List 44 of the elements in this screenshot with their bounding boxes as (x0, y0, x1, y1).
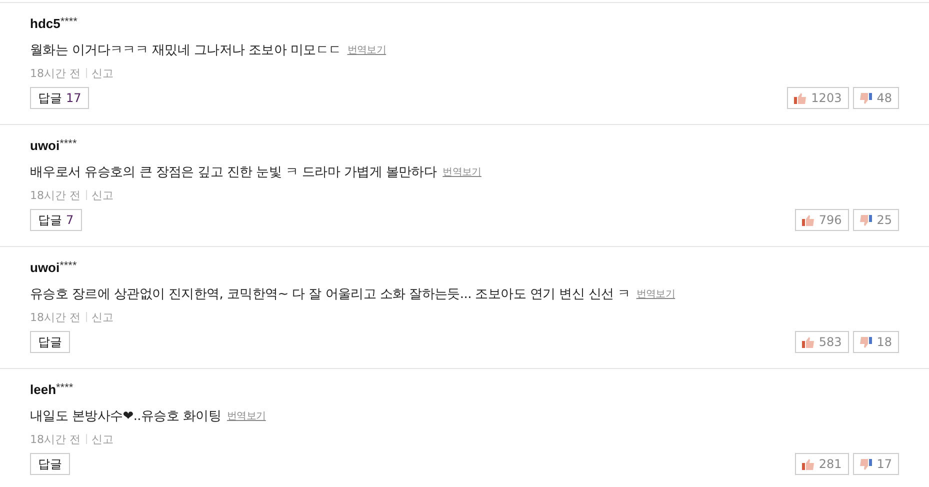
username-mask: **** (56, 382, 74, 394)
thumbs-up-icon (802, 214, 814, 226)
translate-link[interactable]: 번역보기 (227, 409, 266, 423)
report-link[interactable]: 신고 (92, 188, 114, 202)
dislike-button[interactable]: 18 (852, 331, 899, 353)
like-button[interactable]: 281 (794, 453, 849, 475)
like-button[interactable]: 583 (794, 331, 849, 353)
username-mask: **** (60, 260, 77, 272)
reply-button[interactable]: 답글 17 (30, 87, 90, 109)
dislike-button[interactable]: 48 (852, 87, 899, 109)
reply-button[interactable]: 답글 7 (30, 209, 82, 231)
dislike-button[interactable]: 17 (852, 453, 899, 475)
timestamp: 18시간 전 (30, 66, 80, 80)
like-button[interactable]: 1203 (787, 87, 849, 109)
thumbs-up-icon (802, 336, 814, 348)
thumbs-down-icon (860, 92, 872, 104)
comment-text: 배우로서 유승호의 큰 장점은 깊고 진한 눈빛 ㅋ 드라마 가볍게 볼만하다 (30, 164, 437, 181)
comment-text: 월화는 이거다ㅋㅋㅋ 재밌네 그나저나 조보아 미모ㄷㄷ (30, 42, 342, 59)
thumbs-down-icon (860, 336, 872, 348)
username-mask: **** (60, 16, 78, 28)
like-button[interactable]: 796 (794, 209, 849, 231)
username: leeh (30, 382, 56, 397)
translate-link[interactable]: 번역보기 (347, 43, 386, 57)
timestamp: 18시간 전 (30, 188, 80, 202)
reply-button[interactable]: 답글 (30, 453, 70, 475)
timestamp: 18시간 전 (30, 432, 80, 446)
report-link[interactable]: 신고 (92, 432, 114, 446)
username: uwoi (30, 138, 60, 153)
dislike-button[interactable]: 25 (852, 209, 899, 231)
thumbs-up-icon (802, 458, 814, 470)
username-mask: **** (60, 138, 77, 150)
username: hdc5 (30, 16, 60, 31)
translate-link[interactable]: 번역보기 (442, 165, 482, 179)
thumbs-down-icon (860, 214, 872, 226)
report-link[interactable]: 신고 (92, 310, 114, 324)
comment-text: 유승호 장르에 상관없이 진지한역, 코믹한역~ 다 잘 어울리고 소화 잘하는듯... 조보아도 연기 변신 신선 ㅋ (30, 286, 630, 303)
username: uwoi (30, 260, 60, 275)
timestamp: 18시간 전 (30, 310, 80, 324)
translate-link[interactable]: 번역보기 (636, 287, 676, 301)
comment-text: 내일도 본방사수❤..유승호 화이팅 (30, 408, 222, 425)
thumbs-up-icon (794, 92, 806, 104)
reply-button[interactable]: 답글 (30, 331, 70, 353)
thumbs-down-icon (860, 458, 872, 470)
report-link[interactable]: 신고 (92, 66, 114, 80)
